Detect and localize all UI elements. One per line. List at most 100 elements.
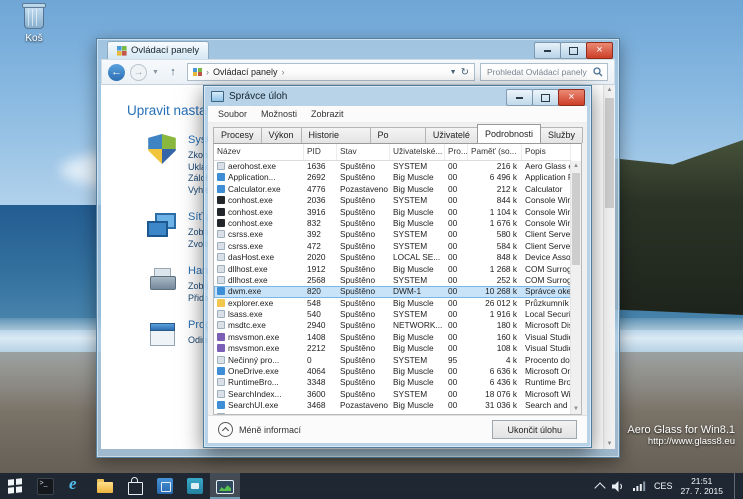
scroll-up-icon[interactable]: ▲ (571, 161, 581, 171)
process-row[interactable]: lsass.exe540SpuštěnoSYSTEM001 916 kLocal… (214, 309, 571, 320)
cell-memory: 180 k (468, 320, 522, 331)
tab[interactable]: Uživatelé (425, 127, 478, 143)
search-box[interactable] (480, 63, 608, 81)
terminal-app-icon[interactable] (30, 473, 60, 499)
tab[interactable]: Podrobnosti (477, 124, 541, 143)
menu-item[interactable]: Zobrazit (304, 109, 351, 119)
cp-maximize-button[interactable] (560, 42, 587, 59)
process-row[interactable]: Application...2692SpuštěnoBig Muscle006 … (214, 172, 571, 183)
process-row[interactable]: aerohost.exe1636SpuštěnoSYSTEM00216 kAer… (214, 161, 571, 172)
column-header[interactable]: PID (304, 144, 337, 160)
column-header[interactable]: Popis (522, 144, 571, 160)
cell-name: dwm.exe (214, 286, 304, 297)
language-indicator[interactable]: CES (654, 481, 673, 491)
process-row[interactable]: explorer.exe548SpuštěnoBig Muscle0026 01… (214, 298, 571, 309)
fewer-details-toggle[interactable]: Méně informací (218, 422, 301, 437)
column-header[interactable]: Pro... (445, 144, 468, 160)
tm-close-button[interactable]: × (558, 89, 585, 106)
tab[interactable]: Služby (540, 127, 583, 143)
cell-status: Spuštěno (337, 207, 390, 218)
file-explorer-icon[interactable] (90, 473, 120, 499)
network-icon[interactable] (633, 481, 646, 491)
breadcrumb[interactable]: Ovládací panely (213, 67, 278, 77)
teal-app-icon[interactable] (180, 473, 210, 499)
tm-minimize-button[interactable] (506, 89, 533, 106)
tab[interactable]: Výkon (261, 127, 302, 143)
tray-expand-chevron-icon[interactable] (594, 482, 605, 493)
cell-name: Nečinný pro... (214, 355, 304, 366)
fewer-details-label: Méně informací (239, 425, 301, 435)
cp-minimize-button[interactable] (534, 42, 561, 59)
process-row[interactable]: dllhost.exe1912SpuštěnoBig Muscle001 268… (214, 264, 571, 275)
cell-name: explorer.exe (214, 298, 304, 309)
process-row[interactable]: Calculator.exe4776PozastavenoBig Muscle0… (214, 184, 571, 195)
menu-item[interactable]: Možnosti (254, 109, 304, 119)
menu-item[interactable]: Soubor (211, 109, 254, 119)
process-row[interactable]: csrss.exe472SpuštěnoSYSTEM00584 kClient … (214, 241, 571, 252)
cell-pid: 3468 (304, 400, 337, 411)
process-row[interactable]: conhost.exe3916SpuštěnoBig Muscle001 104… (214, 207, 571, 218)
column-header[interactable]: Stav (337, 144, 390, 160)
process-row[interactable]: csrss.exe392SpuštěnoSYSTEM00580 kClient … (214, 229, 571, 240)
process-row[interactable]: msdtc.exe2940SpuštěnoNETWORK...00180 kMi… (214, 320, 571, 331)
end-task-button[interactable]: Ukončit úlohu (492, 420, 577, 439)
process-row[interactable]: RuntimeBro...3348SpuštěnoBig Muscle006 4… (214, 377, 571, 388)
clock[interactable]: 21:51 27. 7. 2015 (680, 476, 723, 496)
tab[interactable]: Procesy (213, 127, 262, 143)
scroll-down-icon[interactable]: ▼ (571, 404, 581, 414)
history-dropdown-icon[interactable]: ▼ (152, 69, 159, 76)
recycle-bin[interactable]: Koš (12, 6, 56, 44)
address-bar[interactable]: › Ovládací panely › ▼ ↻ (187, 63, 475, 81)
cell-pid: 540 (304, 309, 337, 320)
taskbar: CES 21:51 27. 7. 2015 (0, 473, 743, 499)
cell-name: SearchIndex... (214, 389, 304, 400)
start-button[interactable] (0, 473, 30, 499)
process-row[interactable]: SearchUI.exe3468PozastavenoBig Muscle003… (214, 400, 571, 411)
refresh-icon[interactable]: ↻ (461, 67, 469, 78)
volume-icon[interactable] (612, 481, 625, 492)
cell-cpu: 00 (445, 195, 468, 206)
cell-name: aerohost.exe (214, 161, 304, 172)
cell-name: lsass.exe (214, 309, 304, 320)
scrollbar-thumb[interactable] (605, 98, 614, 208)
cp-titlebar[interactable]: Ovládací panely × (97, 39, 619, 59)
store-icon[interactable] (120, 473, 150, 499)
forward-button[interactable]: → (130, 64, 147, 81)
process-row[interactable]: services.exe576SpuštěnoSYSTEM003 136 kSe… (214, 412, 571, 414)
scroll-up-icon[interactable]: ▲ (604, 85, 615, 95)
column-header[interactable]: Paměť (so... (468, 144, 522, 160)
cell-name: msvsmon.exe (214, 332, 304, 343)
process-row[interactable]: conhost.exe832SpuštěnoBig Muscle001 676 … (214, 218, 571, 229)
tm-titlebar[interactable]: Správce úloh × (204, 86, 591, 106)
cell-cpu: 00 (445, 298, 468, 309)
cell-memory: 3 136 k (468, 412, 522, 414)
up-button[interactable]: ↑ (164, 64, 182, 81)
process-row[interactable]: OneDrive.exe4064SpuštěnoBig Muscle006 63… (214, 366, 571, 377)
process-row[interactable]: SearchIndex...3600SpuštěnoSYSTEM0018 076… (214, 389, 571, 400)
tab[interactable]: Historie aplikací (301, 127, 371, 143)
tm-maximize-button[interactable] (532, 89, 559, 106)
cell-pid: 2020 (304, 252, 337, 263)
internet-explorer-icon[interactable] (60, 473, 90, 499)
search-input[interactable] (485, 66, 590, 78)
blue-app-icon[interactable] (150, 473, 180, 499)
cp-close-button[interactable]: × (586, 42, 613, 59)
back-button[interactable]: ← (108, 64, 125, 81)
address-dropdown-icon[interactable]: ▼ (450, 69, 457, 76)
process-row[interactable]: dwm.exe820SpuštěnoDWM-10010 268 kSprávce… (214, 286, 571, 297)
column-header[interactable]: Název (214, 144, 304, 160)
column-header[interactable]: Uživatelské... (390, 144, 445, 160)
process-row[interactable]: msvsmon.exe2212SpuštěnoBig Muscle00108 k… (214, 343, 571, 354)
tm-scrollbar[interactable]: ▲ ▼ (570, 161, 581, 414)
process-row[interactable]: Nečinný pro...0SpuštěnoSYSTEM954 kProcen… (214, 355, 571, 366)
process-row[interactable]: msvsmon.exe1408SpuštěnoBig Muscle00160 k… (214, 332, 571, 343)
cp-scrollbar[interactable]: ▲ ▼ (603, 85, 615, 449)
process-row[interactable]: dllhost.exe2568SpuštěnoSYSTEM00252 kCOM … (214, 275, 571, 286)
process-row[interactable]: dasHost.exe2020SpuštěnoLOCAL SE...00848 … (214, 252, 571, 263)
show-desktop-strip[interactable] (734, 473, 740, 499)
scrollbar-thumb[interactable] (572, 173, 580, 265)
tab[interactable]: Po spuštění (370, 127, 426, 143)
task-manager-icon[interactable] (210, 473, 240, 499)
scroll-down-icon[interactable]: ▼ (604, 439, 615, 449)
process-row[interactable]: conhost.exe2036SpuštěnoSYSTEM00844 kCons… (214, 195, 571, 206)
